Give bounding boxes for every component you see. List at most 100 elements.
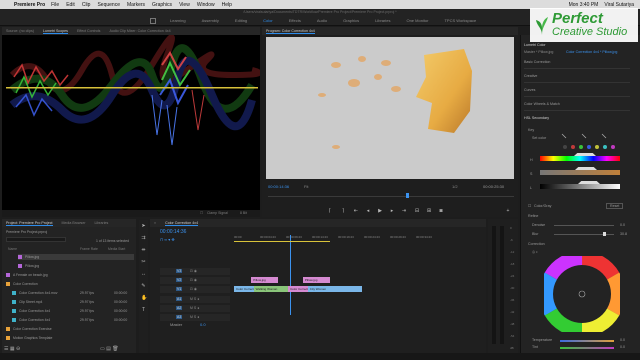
menu-clip[interactable]: Clip: [82, 2, 91, 8]
timeline-clip[interactable]: Pillow.jpg: [251, 277, 279, 283]
track-label[interactable]: V3: [176, 269, 183, 273]
lift-icon[interactable]: ⊟: [414, 208, 420, 214]
step-back-icon[interactable]: ◂: [365, 208, 371, 214]
program-quality-select[interactable]: 1/2: [452, 184, 458, 189]
hue-slider[interactable]: [540, 156, 620, 161]
workspace-learning[interactable]: Learning: [170, 18, 186, 23]
track-select-tool-icon[interactable]: ⇉: [141, 236, 146, 241]
program-fit-select[interactable]: Fit: [304, 184, 308, 189]
track-toggle-icons[interactable]: M S ●: [190, 306, 199, 310]
workspace-assembly[interactable]: Assembly: [202, 18, 219, 23]
tab-libraries[interactable]: Libraries: [95, 221, 109, 225]
color-gray-checkbox[interactable]: ☐: [528, 204, 531, 208]
track-label[interactable]: V1: [176, 287, 183, 291]
linked-selection-icon[interactable]: ∞: [164, 237, 167, 242]
track-label[interactable]: A3: [176, 315, 183, 319]
tab-effect-controls[interactable]: Effect Controls: [77, 29, 101, 33]
program-timecode[interactable]: 00:00:14:36: [268, 184, 289, 189]
export-frame-icon[interactable]: ◙: [438, 208, 444, 214]
workspace-libraries[interactable]: Libraries: [375, 18, 390, 23]
pen-tool-icon[interactable]: ✎: [141, 284, 146, 289]
icon-view-icon[interactable]: ▦: [10, 346, 15, 352]
list-item[interactable]: Color Correction: [6, 281, 134, 287]
wrench-icon[interactable]: ✥: [171, 237, 174, 242]
tab-lumetri-scopes[interactable]: Lumetri Scopes: [42, 29, 68, 34]
workspace-graphics[interactable]: Graphics: [343, 18, 359, 23]
slip-tool-icon[interactable]: ↔: [141, 272, 146, 277]
menu-graphics[interactable]: Graphics: [152, 2, 172, 8]
blur-value[interactable]: 30.8: [620, 232, 627, 236]
eyedropper-icon[interactable]: [561, 133, 567, 139]
mark-in-icon[interactable]: ⌈: [327, 208, 333, 214]
section-hsl-secondary[interactable]: HSL Secondary: [524, 116, 549, 120]
zoom-slider-icon[interactable]: ⊖: [16, 346, 20, 352]
program-playhead[interactable]: [406, 193, 409, 198]
work-area-bar[interactable]: [234, 241, 330, 242]
temperature-slider[interactable]: [560, 340, 614, 342]
workspace-color[interactable]: Color: [263, 18, 273, 23]
lightness-slider[interactable]: [540, 184, 620, 189]
list-item[interactable]: Pillow.jpg: [18, 254, 134, 260]
timeline-clip[interactable]: Color Correction: [234, 286, 254, 292]
workspace-one-monitor[interactable]: One Monitor: [406, 18, 428, 23]
track-toggle-icons[interactable]: ⊡ ◉: [190, 269, 197, 273]
selection-tool-icon[interactable]: ➤: [141, 224, 146, 229]
track-toggle-icons[interactable]: ⊡ ◉: [190, 287, 197, 291]
hand-tool-icon[interactable]: ✋: [141, 296, 147, 301]
tab-source[interactable]: Source: (no clips): [6, 29, 34, 33]
section-color-wheels[interactable]: Color Wheels & Match: [524, 102, 560, 106]
lumetri-master-clip[interactable]: Master * Pillow.jpg: [524, 50, 553, 54]
swatch-magenta[interactable]: [611, 145, 615, 149]
step-forward-icon[interactable]: ▸: [389, 208, 395, 214]
tint-value[interactable]: 0.0: [620, 345, 625, 349]
menu-help[interactable]: Help: [222, 2, 232, 8]
tab-program[interactable]: Program: Color Correction 4x4: [266, 29, 315, 34]
hue-range-handle[interactable]: [574, 153, 596, 156]
add-marker-icon[interactable]: ▾: [168, 237, 170, 242]
workspace-editing[interactable]: Editing: [235, 18, 247, 23]
timeline-clip[interactable]: Walking Woman: [253, 286, 289, 292]
workspace-effects[interactable]: Effects: [289, 18, 301, 23]
track-toggle-icons[interactable]: M S ●: [190, 297, 199, 301]
new-item-icon[interactable]: ▤: [106, 346, 111, 352]
menu-sequence[interactable]: Sequence: [97, 2, 120, 8]
go-to-in-icon[interactable]: ⇤: [353, 208, 359, 214]
col-media-start-header[interactable]: Media Start: [108, 246, 125, 252]
section-curves[interactable]: Curves: [524, 88, 535, 92]
track-label[interactable]: A2: [176, 306, 183, 310]
razor-tool-icon[interactable]: ✂: [141, 260, 146, 265]
tab-audio-clip-mixer[interactable]: Audio Clip Mixer: Color Correction 4x4: [109, 29, 170, 33]
saturation-slider[interactable]: [540, 170, 620, 175]
menu-markers[interactable]: Markers: [127, 2, 145, 8]
swatch-red[interactable]: [571, 145, 575, 149]
swatch-green[interactable]: [579, 145, 583, 149]
menu-window[interactable]: Window: [197, 2, 215, 8]
mark-out-icon[interactable]: ⌉: [340, 208, 346, 214]
timeline-timecode[interactable]: 00:00:14:36: [160, 229, 186, 235]
ripple-edit-tool-icon[interactable]: ⇹: [141, 248, 146, 253]
clamp-signal-checkbox[interactable]: ☐: [200, 211, 203, 215]
eyedropper-add-icon[interactable]: [581, 133, 587, 139]
program-video-frame[interactable]: [266, 37, 514, 179]
list-item[interactable]: Pillow.jpg: [18, 263, 134, 269]
snap-icon[interactable]: ⊓: [160, 237, 163, 242]
denoise-value[interactable]: 0.0: [620, 223, 625, 227]
color-gray-select[interactable]: Color/Gray: [534, 204, 551, 208]
temperature-value[interactable]: 0.0: [620, 338, 625, 342]
timeline-clip[interactable]: Color Correction: [288, 286, 308, 292]
list-item[interactable]: Color Correction Exercise: [6, 326, 134, 332]
list-item[interactable]: A Female on beach.jpg: [6, 272, 134, 278]
tab-media-browser[interactable]: Media Browser: [62, 221, 86, 225]
timeline-clip[interactable]: City Women: [307, 286, 362, 292]
play-icon[interactable]: ▶: [377, 208, 383, 214]
workspace-audio[interactable]: Audio: [317, 18, 327, 23]
home-icon[interactable]: [150, 18, 156, 24]
bit-depth-select[interactable]: 8 Bit: [240, 211, 247, 215]
app-menu[interactable]: Premiere Pro: [14, 2, 45, 8]
tab-sequence[interactable]: Color Correction 4x4: [165, 221, 199, 226]
track-label[interactable]: V2: [176, 278, 183, 282]
lumetri-sequence-clip[interactable]: Color Correction 4x4 * Pillow.jpg: [566, 50, 617, 54]
eyedropper-remove-icon[interactable]: [601, 133, 607, 139]
denoise-slider[interactable]: [554, 225, 614, 226]
list-item[interactable]: Motion Graphics Template: [6, 335, 134, 341]
